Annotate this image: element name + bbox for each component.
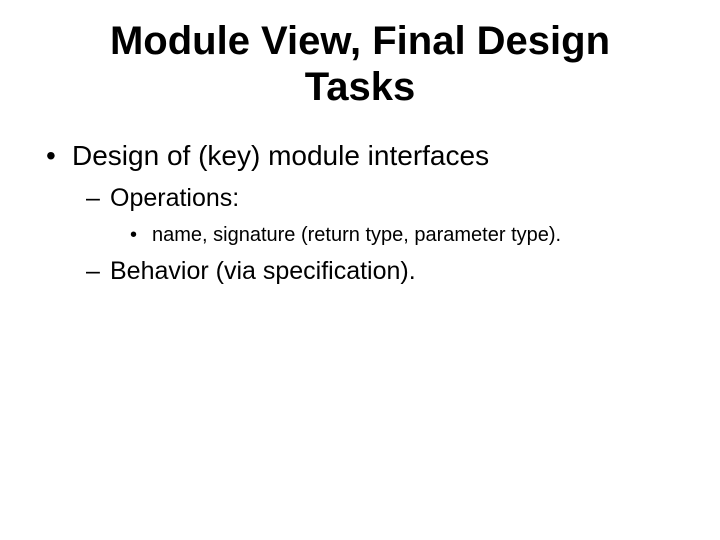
bullet-list: Design of (key) module interfaces Operat… — [30, 138, 690, 288]
slide: Module View, Final Design Tasks Design o… — [0, 0, 720, 540]
list-item: Behavior (via specification). — [30, 256, 690, 287]
slide-title: Module View, Final Design Tasks — [70, 18, 650, 110]
list-item: Design of (key) module interfaces — [30, 138, 690, 173]
list-item: Operations: — [30, 183, 690, 214]
list-item: name, signature (return type, parameter … — [30, 222, 690, 248]
